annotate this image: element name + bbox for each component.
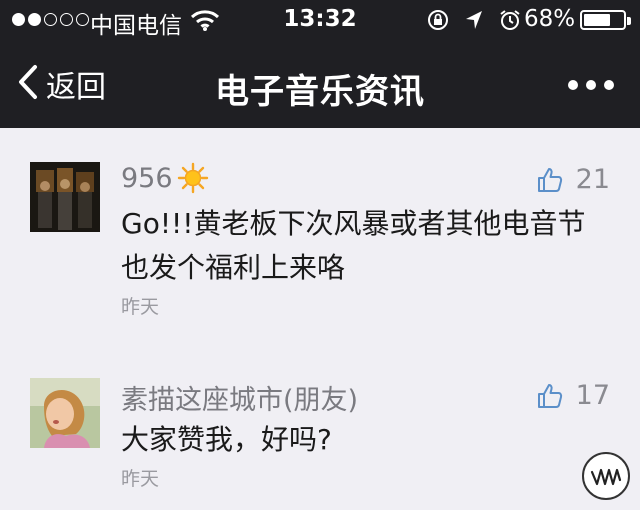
navigation-bar: 返回 电子音乐资讯 <box>0 40 640 128</box>
comment-text: 大家赞我，好吗? <box>121 423 332 456</box>
comment-username: 素描这座城市(朋友) <box>121 385 359 416</box>
rotation-lock-icon <box>426 8 450 38</box>
comment-date: 昨天 <box>121 296 160 318</box>
avatar[interactable] <box>30 162 100 232</box>
comment-item: 956 21 Go!!!黄老板下次风暴或者其他电音节 也发个福利上来咯 昨天 <box>0 162 640 322</box>
thumbs-up-icon <box>536 166 564 194</box>
comment-text: Go!!!黄老板下次风暴或者其他电音节 也发个福利上来咯 <box>121 207 586 284</box>
battery-percent: 68% <box>524 6 576 32</box>
watermark-logo-icon[interactable] <box>582 452 630 500</box>
page-title: 电子音乐资讯 <box>215 72 425 112</box>
alarm-clock-icon <box>498 8 522 38</box>
like-count: 17 <box>575 380 610 411</box>
avatar[interactable] <box>30 378 100 448</box>
comment-username: 956 <box>121 162 209 194</box>
status-bar: 中国电信 13:32 68% <box>0 0 640 40</box>
sun-icon <box>177 162 209 194</box>
like-button[interactable]: 21 <box>536 164 610 195</box>
more-dots-icon[interactable] <box>568 80 614 90</box>
comment-date: 昨天 <box>121 468 160 490</box>
like-count: 21 <box>575 164 610 195</box>
location-arrow-icon <box>464 9 484 37</box>
battery-level <box>584 14 610 26</box>
thumbs-up-icon <box>536 382 564 410</box>
top-bar: 中国电信 13:32 68% 返回 电子音乐资讯 <box>0 0 640 128</box>
like-button[interactable]: 17 <box>536 380 610 411</box>
battery-icon <box>580 10 631 30</box>
comment-item: 素描这座城市(朋友) 17 大家赞我，好吗? 昨天 <box>0 378 640 498</box>
